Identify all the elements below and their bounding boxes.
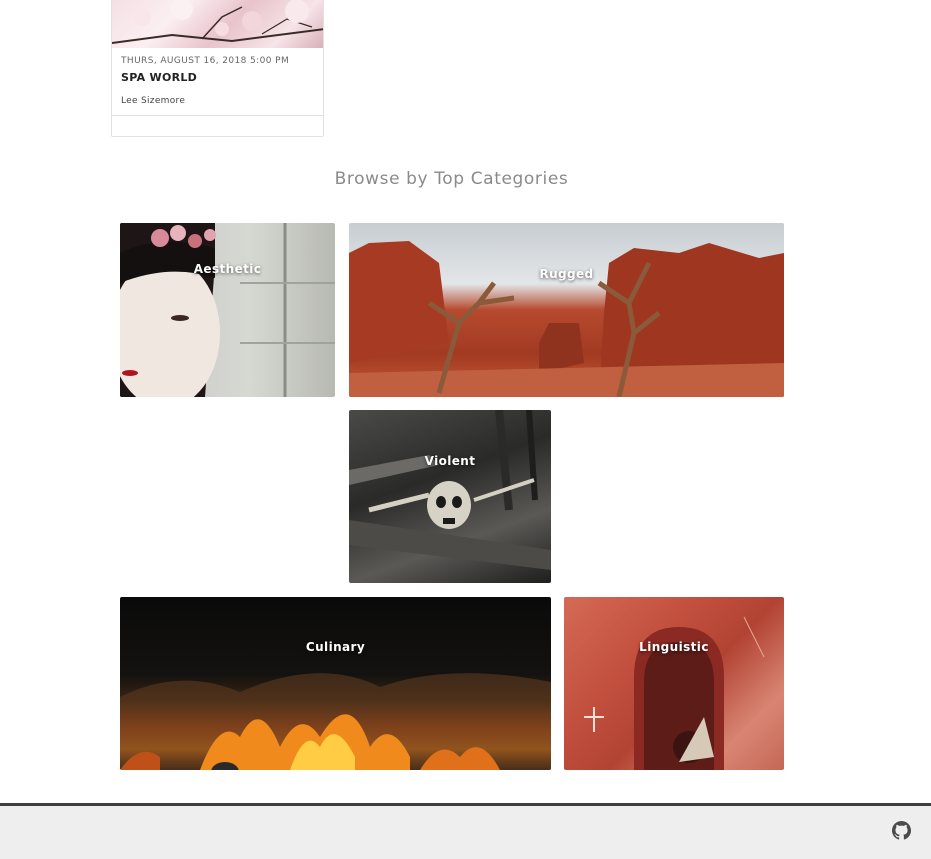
event-title[interactable]: SPA WORLD — [121, 71, 197, 84]
category-tile-aesthetic[interactable]: Aesthetic — [120, 223, 335, 397]
category-label-aesthetic: Aesthetic — [193, 262, 262, 276]
github-icon[interactable] — [892, 821, 911, 840]
event-image[interactable] — [112, 0, 323, 48]
category-tile-violent[interactable]: Violent — [349, 410, 551, 583]
event-organizer[interactable]: Lee Sizemore — [121, 96, 185, 106]
category-label-violent: Violent — [424, 454, 476, 468]
footer-spacer — [0, 770, 931, 803]
footer — [0, 803, 931, 859]
section-heading: Browse by Top Categories — [334, 169, 569, 189]
event-date: THURS, AUGUST 16, 2018 5:00 PM — [121, 56, 290, 66]
category-tile-culinary[interactable]: Culinary — [120, 597, 551, 770]
category-label-culinary: Culinary — [305, 640, 366, 654]
category-label-linguistic: Linguistic — [639, 640, 709, 654]
event-card-divider — [112, 115, 323, 116]
page: THURS, AUGUST 16, 2018 5:00 PM SPA WORLD… — [0, 0, 931, 859]
category-tile-rugged[interactable]: Rugged — [349, 223, 784, 397]
category-tile-linguistic[interactable]: Linguistic — [564, 597, 784, 770]
event-card[interactable]: THURS, AUGUST 16, 2018 5:00 PM SPA WORLD… — [111, 0, 324, 137]
category-label-rugged: Rugged — [539, 267, 594, 281]
